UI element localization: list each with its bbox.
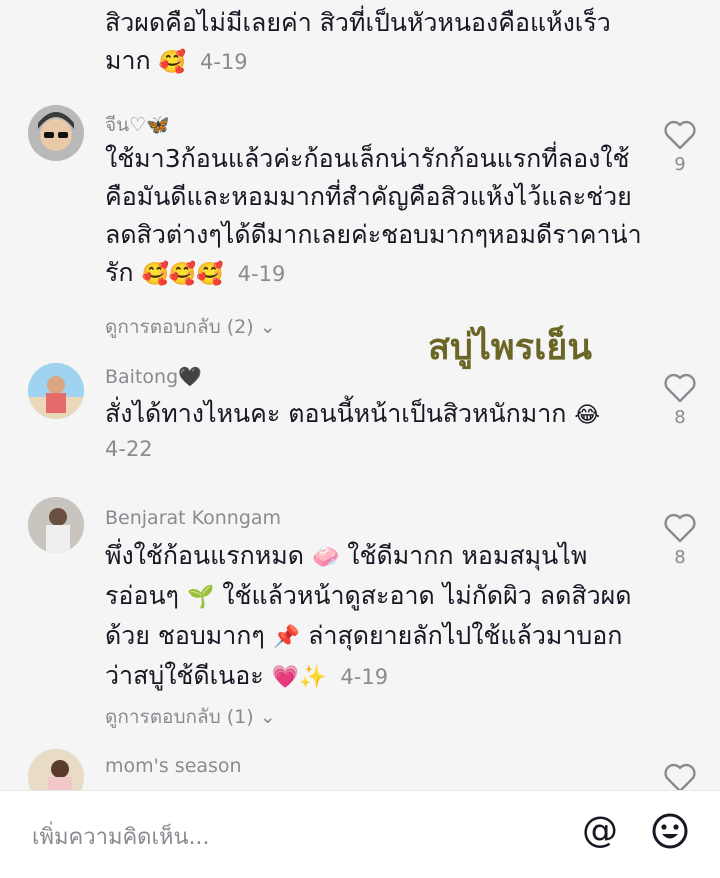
comment-date: 4-22 (105, 437, 153, 461)
comment-date: 4-19 (199, 50, 248, 74)
chevron-down-icon: ⌄ (259, 316, 276, 338)
view-replies-label: ดูการตอบกลับ (1) (105, 706, 254, 728)
emoji-face-icon-glyph (652, 813, 688, 849)
comment-username[interactable]: จีน♡🦋 (105, 110, 170, 140)
heart-outline-icon (664, 373, 696, 403)
like-button[interactable]: 8 (660, 513, 700, 568)
comment-text: สิวผดคือไม่มีเลยค่า สิวที่เป็นหัวหนองคือ… (105, 4, 645, 82)
comment-text: สั่งได้ทางไหนคะ ตอนนี้หน้าเป็นสิวหนักมาก… (105, 395, 645, 435)
avatar-image (28, 105, 84, 161)
chevron-down-icon: ⌄ (259, 706, 276, 728)
avatar-image (28, 363, 84, 419)
like-count: 8 (674, 407, 686, 428)
comment-date: 4-19 (237, 262, 286, 286)
emoji: 🧼 (311, 545, 340, 570)
avatar[interactable] (28, 105, 84, 161)
emoji: 😂 (574, 403, 601, 428)
view-replies-link[interactable]: ดูการตอบกลับ (1) ⌄ (105, 702, 276, 732)
like-count: 9 (674, 154, 686, 175)
comment-text-content: พึ่งใช้ก้อนแรกหมด (105, 541, 304, 570)
emoji: 💗✨ (271, 665, 327, 690)
emoji: 🌱 (186, 585, 215, 610)
emoji: 📌 (272, 625, 301, 650)
emoji-face-icon[interactable] (648, 809, 692, 853)
comment-username[interactable]: Benjarat Konngam (105, 507, 281, 529)
overlay-watermark-text: สบู่ไพรเย็น (428, 326, 593, 368)
emoji: 🥰🥰🥰 (141, 262, 224, 287)
like-button[interactable]: 9 (660, 120, 700, 175)
heart-outline-icon (664, 120, 696, 150)
comment-username[interactable]: Baitong🖤 (105, 365, 202, 388)
comment-input-bar: เพิ่มความคิดเห็น... @ (0, 790, 720, 878)
like-count: 8 (674, 547, 686, 568)
emoji: 🥰 (158, 50, 187, 75)
avatar-image (28, 497, 84, 553)
comment-username[interactable]: mom's season (105, 755, 242, 777)
heart-outline-icon (664, 513, 696, 543)
avatar[interactable] (28, 497, 84, 553)
view-replies-link[interactable]: ดูการตอบกลับ (2) ⌄ (105, 312, 276, 342)
comment-text-content: สั่งได้ทางไหนคะ ตอนนี้หน้าเป็นสิวหนักมาก (105, 399, 567, 428)
like-button[interactable] (660, 763, 700, 793)
comment-date: 4-19 (340, 665, 389, 689)
avatar[interactable] (28, 363, 84, 419)
comment-text: ใช้มา3ก้อนแล้วค่ะก้อนเล็กน่ารักก้อนแรกที… (105, 140, 645, 294)
like-button[interactable]: 8 (660, 373, 700, 428)
comment-text: พึ่งใช้ก้อนแรกหมด 🧼 ใช้ดีมากก หอมสมุนไพร… (105, 537, 645, 697)
view-replies-label: ดูการตอบกลับ (2) (105, 316, 254, 338)
comment-input[interactable]: เพิ่มความคิดเห็น... (32, 819, 210, 854)
heart-outline-icon (664, 763, 696, 793)
at-icon[interactable]: @ (578, 809, 622, 853)
